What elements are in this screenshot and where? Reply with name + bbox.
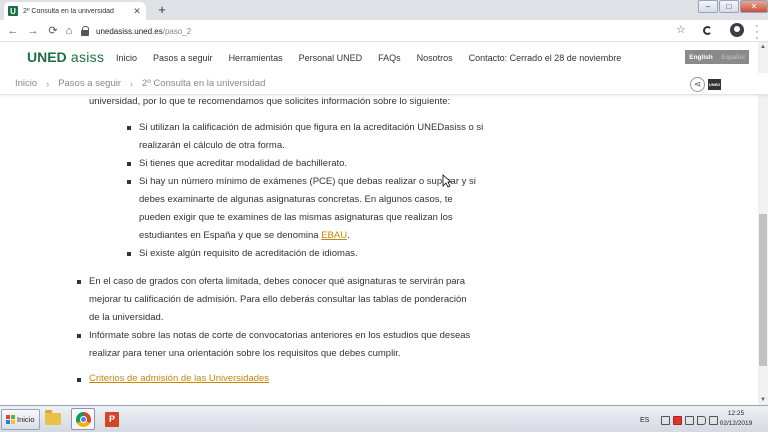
- profile-avatar-icon[interactable]: [730, 23, 744, 37]
- folder-icon: [45, 410, 61, 425]
- lock-icon: [80, 26, 90, 36]
- chrome-icon: [75, 411, 91, 427]
- tray-arrow-icon[interactable]: [661, 415, 671, 425]
- nav-inicio[interactable]: Inicio: [116, 53, 137, 63]
- criteria-list-item: Criterios de admisión de las Universidad…: [76, 373, 269, 384]
- menu-dots-icon[interactable]: · · ·: [752, 21, 762, 44]
- criteria-link[interactable]: Criterios de admisión de las Universidad…: [89, 373, 269, 384]
- list-item-line: de la universidad.: [89, 312, 164, 323]
- close-window-button[interactable]: ✕: [740, 0, 768, 13]
- breadcrumb-bar: Inicio › Pasos a seguir › 2º Consulta en…: [0, 73, 768, 95]
- list-item-line: realizar para tener una orientación sobr…: [89, 348, 401, 359]
- list-item-text: estudiantes en España y que se denomina: [139, 230, 322, 241]
- browser-tab[interactable]: U 2º Consulta en la universidad ✕: [4, 2, 146, 20]
- browser-tabstrip: U 2º Consulta en la universidad ✕ + – □ …: [0, 0, 768, 20]
- unedasiss-logo[interactable]: UNED asiss: [27, 49, 104, 65]
- nav-pasos[interactable]: Pasos a seguir: [153, 53, 213, 63]
- language-switcher: English Español: [685, 50, 749, 64]
- speaker-icon[interactable]: [697, 415, 707, 425]
- maximize-button[interactable]: □: [719, 0, 739, 13]
- language-indicator[interactable]: ES: [640, 417, 649, 424]
- list-item-line: Si utilizan la calificación de admisión …: [139, 122, 484, 133]
- chevron-right-icon: ›: [46, 78, 50, 89]
- nav-nosotros[interactable]: Nosotros: [417, 53, 453, 63]
- sub-requirements-list: Si utilizan la calificación de admisión …: [127, 119, 501, 263]
- network-alert-icon[interactable]: [673, 415, 683, 425]
- list-item-line: pueden exigir que te examines de las mis…: [139, 212, 453, 223]
- list-item-line: realizarán el cálculo de otra forma.: [139, 140, 285, 151]
- address-bar[interactable]: unedasiss.uned.es/paso_2: [80, 22, 700, 40]
- uned-mini-logo: UNED: [708, 79, 721, 90]
- main-nav: Inicio Pasos a seguir Herramientas Perso…: [116, 53, 637, 63]
- list-item-line: Si tienes que acreditar modalidad de bac…: [139, 158, 348, 169]
- list-item: Si utilizan la calificación de admisión …: [127, 119, 501, 155]
- nav-herramientas[interactable]: Herramientas: [229, 53, 283, 63]
- ebau-link[interactable]: EBAU: [321, 230, 347, 241]
- logo-asiss: asiss: [66, 49, 105, 65]
- taskbar-powerpoint[interactable]: P: [100, 408, 124, 430]
- taskbar-explorer[interactable]: [41, 408, 65, 430]
- breadcrumb: Inicio › Pasos a seguir › 2º Consulta en…: [15, 78, 265, 89]
- lang-english[interactable]: English: [689, 54, 712, 61]
- url-host: unedasiss.uned.es: [96, 26, 163, 36]
- breadcrumb-inicio[interactable]: Inicio: [15, 78, 37, 89]
- nav-faqs[interactable]: FAQs: [378, 53, 401, 63]
- clock-time: 12:25: [727, 410, 745, 417]
- clock[interactable]: 12:25 02/12/2019: [712, 409, 760, 429]
- requirements-list: En el caso de grados con oferta limitada…: [77, 273, 501, 363]
- main-content: universidad, por lo que te recomendamos …: [0, 95, 758, 405]
- forward-arrow-icon[interactable]: →: [26, 23, 40, 39]
- bookmark-star-icon[interactable]: ☆: [676, 23, 686, 36]
- site-header: UNED asiss Inicio Pasos a seguir Herrami…: [0, 42, 768, 73]
- reload-icon[interactable]: ⟳: [46, 23, 60, 39]
- vertical-scrollbar[interactable]: ▲ ▼: [758, 42, 768, 405]
- system-tray: ES: [640, 410, 721, 430]
- screen: U 2º Consulta en la universidad ✕ + – □ …: [0, 0, 768, 432]
- clock-date: 02/12/2019: [719, 420, 753, 427]
- os-taskbar: Inicio P ES 12:25 02/12/2019: [0, 405, 768, 432]
- taskbar-chrome[interactable]: [71, 408, 95, 430]
- url-path: /paso_2: [162, 26, 192, 36]
- nav-personal-uned[interactable]: Personal UNED: [299, 53, 363, 63]
- logo-uned: UNED: [27, 49, 67, 65]
- list-item-line: estudiantes en España y que se denomina …: [139, 227, 501, 245]
- intro-paragraph: universidad, por lo que te recomendamos …: [89, 96, 451, 107]
- list-item-text: .: [347, 230, 350, 241]
- nav-contacto[interactable]: Contacto: Cerrado el 28 de noviembre: [469, 53, 622, 63]
- list-item: Si existe algún requisito de acreditació…: [127, 245, 501, 263]
- list-item-line: Infórmate sobre las notas de corte de co…: [89, 330, 471, 341]
- extension-icon[interactable]: [703, 26, 712, 35]
- list-item: Si tienes que acreditar modalidad de bac…: [127, 155, 501, 173]
- breadcrumb-current: 2º Consulta en la universidad: [142, 78, 266, 89]
- minimize-button[interactable]: –: [698, 0, 718, 13]
- scroll-up-icon[interactable]: ▲: [758, 42, 768, 52]
- share-icon[interactable]: ⋖: [690, 77, 705, 92]
- new-tab-icon[interactable]: +: [154, 1, 170, 19]
- list-item: En el caso de grados con oferta limitada…: [77, 273, 501, 327]
- list-item: Infórmate sobre las notas de corte de co…: [77, 327, 501, 363]
- scroll-down-icon[interactable]: ▼: [758, 395, 768, 405]
- scrollbar-thumb[interactable]: [759, 214, 767, 366]
- list-item-line: En el caso de grados con oferta limitada…: [89, 276, 466, 287]
- list-item-line: Si existe algún requisito de acreditació…: [139, 248, 358, 259]
- monitor-icon[interactable]: [685, 415, 695, 425]
- back-arrow-icon[interactable]: ←: [6, 23, 20, 39]
- list-item-line: debes examinarte de algunas asignaturas …: [139, 194, 453, 205]
- start-button[interactable]: Inicio: [1, 409, 40, 430]
- windows-flag-icon: [6, 415, 15, 424]
- window-controls: – □ ✕: [697, 0, 768, 14]
- text-cursor-icon: [442, 174, 452, 188]
- start-label: Inicio: [17, 415, 35, 424]
- breadcrumb-pasos[interactable]: Pasos a seguir: [58, 78, 121, 89]
- tab-close-icon[interactable]: ✕: [132, 6, 142, 17]
- browser-toolbar: ← → ⟳ ⌂ unedasiss.uned.es/paso_2 ☆ · · ·: [0, 20, 768, 44]
- list-item-line: mejorar tu calificación de admisión. Par…: [89, 294, 467, 305]
- home-icon[interactable]: ⌂: [62, 23, 76, 39]
- powerpoint-icon: P: [105, 411, 119, 427]
- uned-favicon-icon: U: [8, 6, 18, 16]
- lang-spanish[interactable]: Español: [721, 54, 745, 61]
- chevron-right-icon: ›: [130, 78, 134, 89]
- tab-title: 2º Consulta en la universidad: [23, 7, 114, 15]
